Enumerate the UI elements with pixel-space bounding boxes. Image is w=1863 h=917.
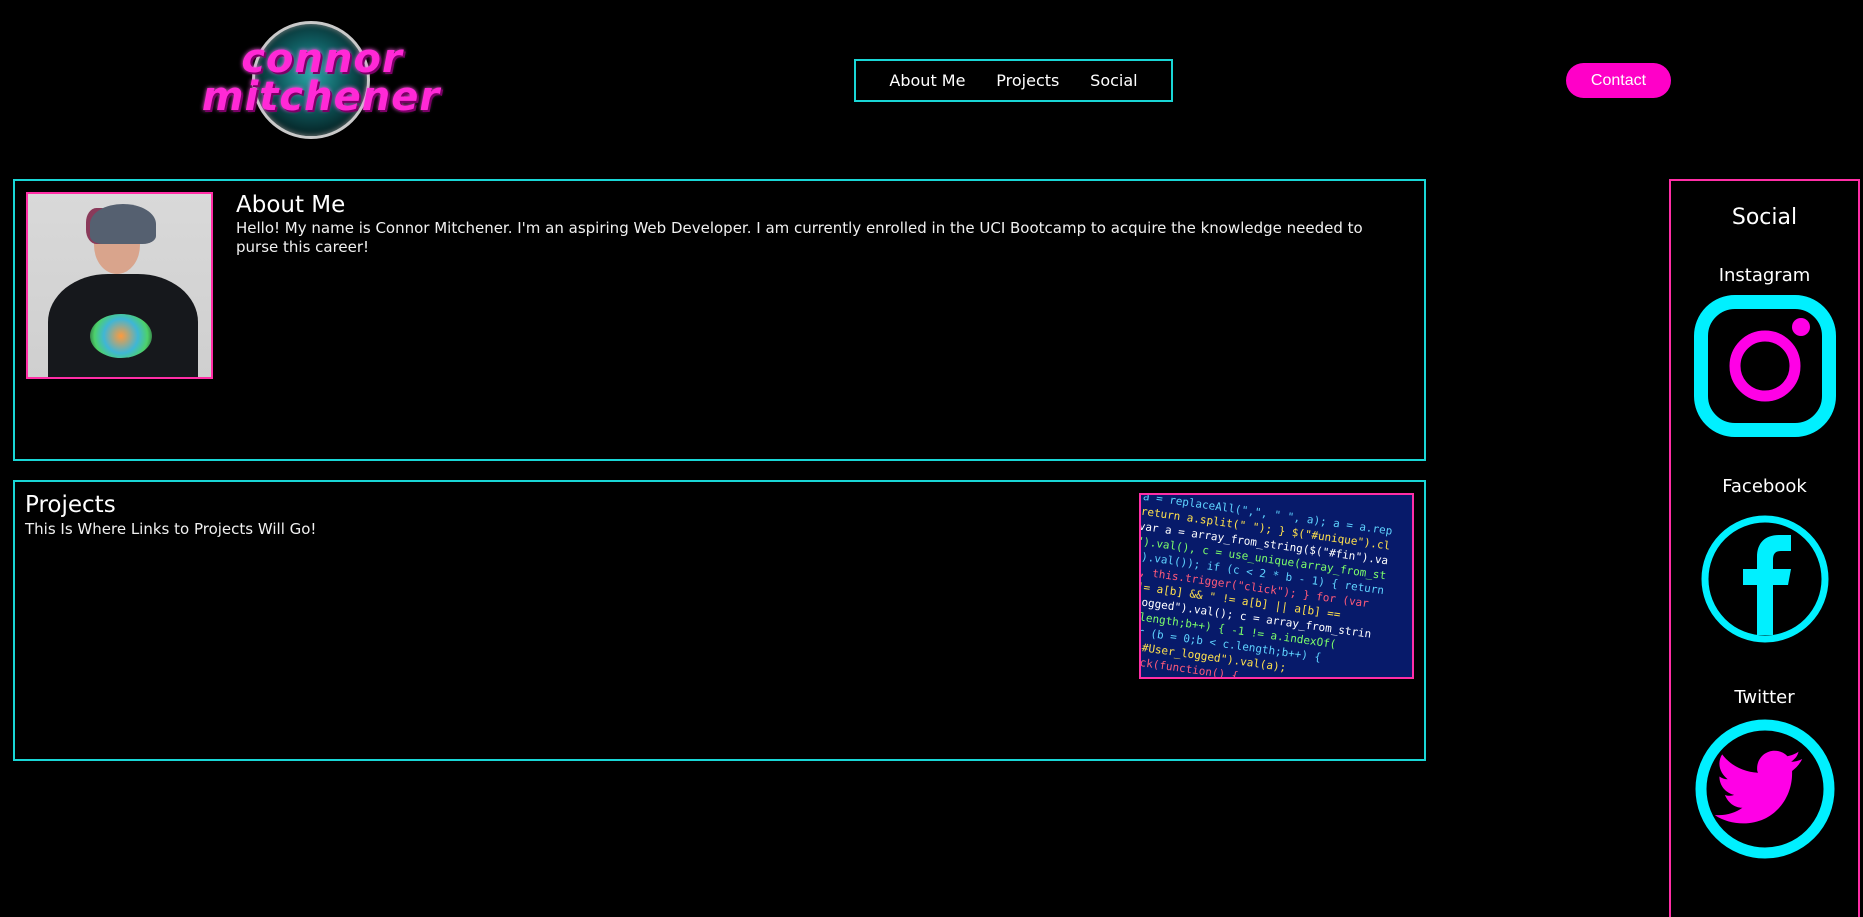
logo-text: connor mitchener — [196, 36, 446, 120]
projects-section: Projects This Is Where Links to Projects… — [13, 480, 1426, 761]
nav-link-social[interactable]: Social — [1090, 71, 1137, 90]
contact-button[interactable]: Contact — [1566, 63, 1671, 98]
code-image-pattern: a = replaceAll(",", " ", a); a = a.rep r… — [1139, 493, 1394, 679]
profile-photo — [26, 192, 213, 379]
main-nav: About Me Projects Social — [854, 59, 1173, 102]
instagram-icon[interactable] — [1693, 294, 1837, 438]
photo-beanie — [90, 204, 156, 244]
projects-text: This Is Where Links to Projects Will Go! — [25, 520, 317, 538]
twitter-label: Twitter — [1734, 687, 1795, 708]
social-title: Social — [1731, 205, 1798, 230]
facebook-icon[interactable] — [1693, 507, 1837, 651]
nav-link-about-me[interactable]: About Me — [889, 71, 965, 90]
site-logo[interactable]: connor mitchener — [196, 18, 446, 142]
about-section: About Me Hello! My name is Connor Mitche… — [13, 179, 1426, 461]
logo-line-1: connor — [241, 36, 403, 82]
logo-line-2: mitchener — [201, 74, 441, 120]
facebook-label: Facebook — [1722, 476, 1807, 497]
projects-title: Projects — [25, 492, 116, 518]
nav-link-projects[interactable]: Projects — [996, 71, 1059, 90]
social-sidebar: Social Instagram Facebook Twitter — [1669, 179, 1860, 917]
code-screenshot-image: a = replaceAll(",", " ", a); a = a.rep r… — [1139, 493, 1414, 679]
twitter-icon[interactable] — [1693, 717, 1837, 861]
photo-hoodie-graphic — [90, 314, 152, 358]
about-title: About Me — [236, 192, 346, 218]
instagram-label: Instagram — [1718, 265, 1811, 286]
about-text: Hello! My name is Connor Mitchener. I'm … — [236, 219, 1363, 256]
